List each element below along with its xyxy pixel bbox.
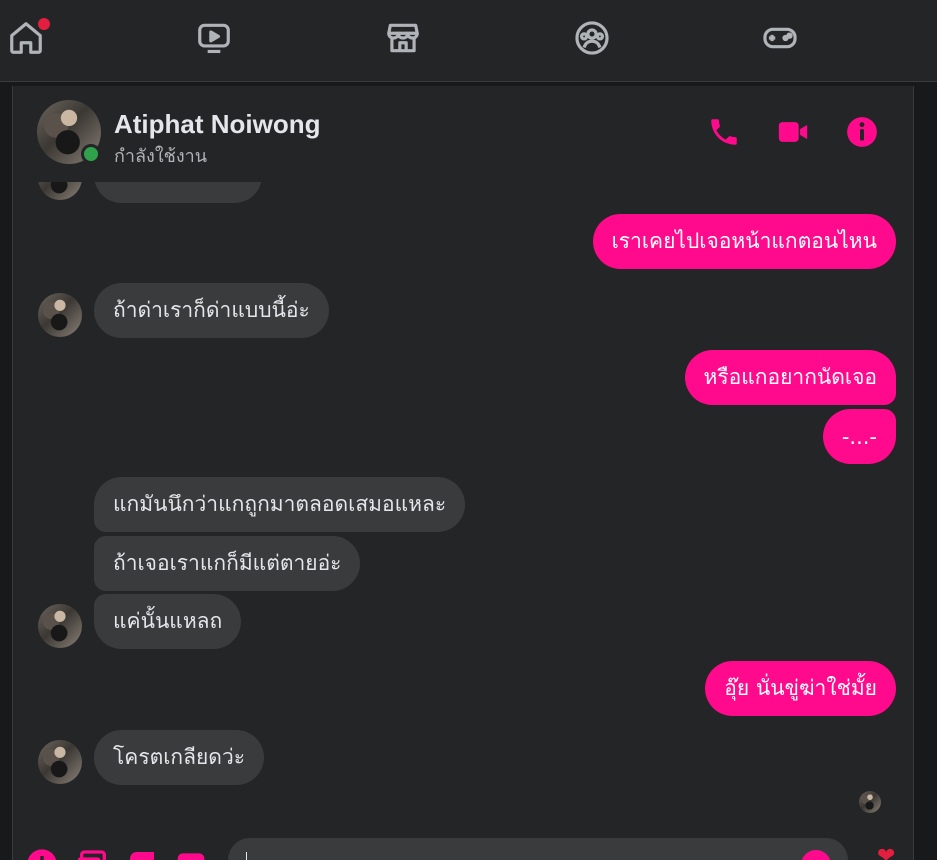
seen-receipt-avatar	[859, 791, 881, 813]
gaming-nav-button[interactable]	[758, 16, 802, 60]
chat-window: Atiphat Noiwong กำลังใช้งาน เราเคยไปเจอห…	[12, 86, 914, 860]
marketplace-nav-button[interactable]	[381, 16, 425, 60]
notification-dot	[38, 18, 50, 30]
message-bubble-incoming[interactable]: แกมันนึกว่าแกถูกมาตลอดเสมอแหละ	[94, 477, 466, 532]
game-controller-icon	[763, 27, 797, 49]
contact-avatar-small	[38, 604, 82, 648]
video-play-icon	[198, 23, 230, 54]
contact-avatar-small	[38, 740, 82, 784]
plus-circle-icon[interactable]	[26, 848, 58, 860]
message-bubble-outgoing[interactable]: เราเคยไปเจอหน้าแกตอนไหน	[592, 214, 896, 269]
watch-nav-button[interactable]	[192, 16, 236, 60]
sticker-icon[interactable]	[126, 848, 158, 860]
phone-icon	[711, 119, 737, 145]
heart-icon[interactable]: ❤	[877, 846, 895, 860]
video-camera-icon	[778, 122, 808, 142]
groups-nav-button[interactable]	[570, 16, 614, 60]
message-bubble-outgoing[interactable]: หรือแกอยากนัดเจอ	[684, 350, 896, 405]
contact-name[interactable]: Atiphat Noiwong	[114, 109, 321, 140]
image-gallery-icon[interactable]	[75, 848, 107, 860]
contact-avatar-small	[38, 293, 82, 337]
online-status-dot	[81, 144, 101, 164]
message-bubble-incoming[interactable]: ถ้าด่าเราก็ด่าแบบนี้อ่ะ	[94, 283, 329, 338]
message-bubble-outgoing[interactable]: อุ๊ย นั่นขู่ฆ่าใช่มั้ย	[705, 661, 896, 716]
shop-icon	[387, 23, 419, 53]
message-bubble-outgoing[interactable]: -...-	[822, 409, 896, 464]
contact-status: กำลังใช้งาน	[114, 146, 208, 167]
voice-call-button[interactable]	[706, 114, 742, 150]
text-caret	[246, 852, 247, 860]
video-call-button[interactable]	[775, 114, 811, 150]
conversation-info-button[interactable]	[844, 114, 880, 150]
message-bubble-incoming[interactable]: แค่นั้นแหลถ	[94, 594, 242, 649]
chat-header: Atiphat Noiwong กำลังใช้งาน	[13, 86, 913, 182]
message-input[interactable]	[228, 838, 848, 860]
top-navigation-bar	[0, 0, 937, 82]
groups-icon	[575, 21, 609, 55]
message-bubble-incoming[interactable]: โครตเกลียดว่ะ	[94, 730, 265, 785]
info-icon	[847, 117, 877, 147]
gif-icon[interactable]	[175, 848, 207, 860]
message-bubble-incoming[interactable]: ถ้าเจอเราแกก็มีแต่ตายอ่ะ	[94, 536, 361, 591]
